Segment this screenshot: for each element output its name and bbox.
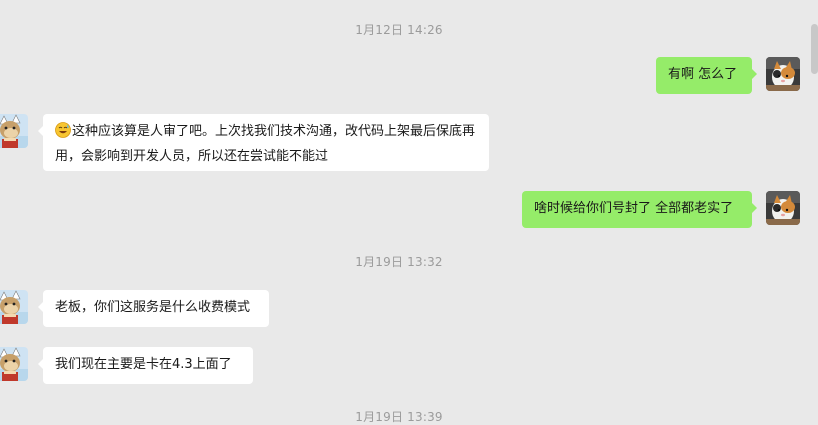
- chat-message-list[interactable]: 1月12日 14:26 有啊 怎么了 这种应该算是人审了吧。上次找我们技术沟通，…: [0, 0, 818, 425]
- outgoing-message-bubble[interactable]: 啥时候给你们号封了 全部都老实了: [522, 191, 757, 228]
- sweat-smile-emoji-icon: [55, 122, 71, 146]
- cat-avatar-icon[interactable]: [766, 57, 800, 91]
- cartoon-avatar-icon[interactable]: [0, 114, 28, 148]
- incoming-message-bubble[interactable]: 老板，你们这服务是什么收费模式: [38, 290, 269, 327]
- message-text: 我们现在主要是卡在4.3上面了: [55, 357, 232, 372]
- outgoing-message-bubble[interactable]: 有啊 怎么了: [656, 57, 757, 94]
- message-text: 啥时候给你们号封了 全部都老实了: [534, 201, 734, 216]
- cartoon-avatar-image: [0, 114, 28, 148]
- incoming-message-bubble[interactable]: 这种应该算是人审了吧。上次找我们技术沟通，改代码上架最后保底再用，会影响到开发人…: [38, 114, 489, 171]
- incoming-message-bubble[interactable]: 我们现在主要是卡在4.3上面了: [38, 347, 253, 384]
- message-text: 这种应该算是人审了吧。上次找我们技术沟通，改代码上架最后保底再用，会影响到开发人…: [55, 124, 476, 164]
- cartoon-avatar-image: [0, 347, 28, 381]
- cartoon-avatar-icon[interactable]: [0, 290, 28, 324]
- vertical-scrollbar[interactable]: [811, 24, 818, 74]
- message-timestamp: 1月19日 13:32: [355, 255, 443, 269]
- cartoon-avatar-icon[interactable]: [0, 347, 28, 381]
- cat-avatar-image: [766, 57, 800, 91]
- cat-avatar-image: [766, 191, 800, 225]
- message-timestamp: 1月12日 14:26: [355, 23, 443, 37]
- message-text: 有啊 怎么了: [668, 67, 738, 82]
- cat-avatar-icon[interactable]: [766, 191, 800, 225]
- cartoon-avatar-image: [0, 290, 28, 324]
- message-timestamp: 1月19日 13:39: [355, 410, 443, 424]
- message-text: 老板，你们这服务是什么收费模式: [55, 300, 251, 315]
